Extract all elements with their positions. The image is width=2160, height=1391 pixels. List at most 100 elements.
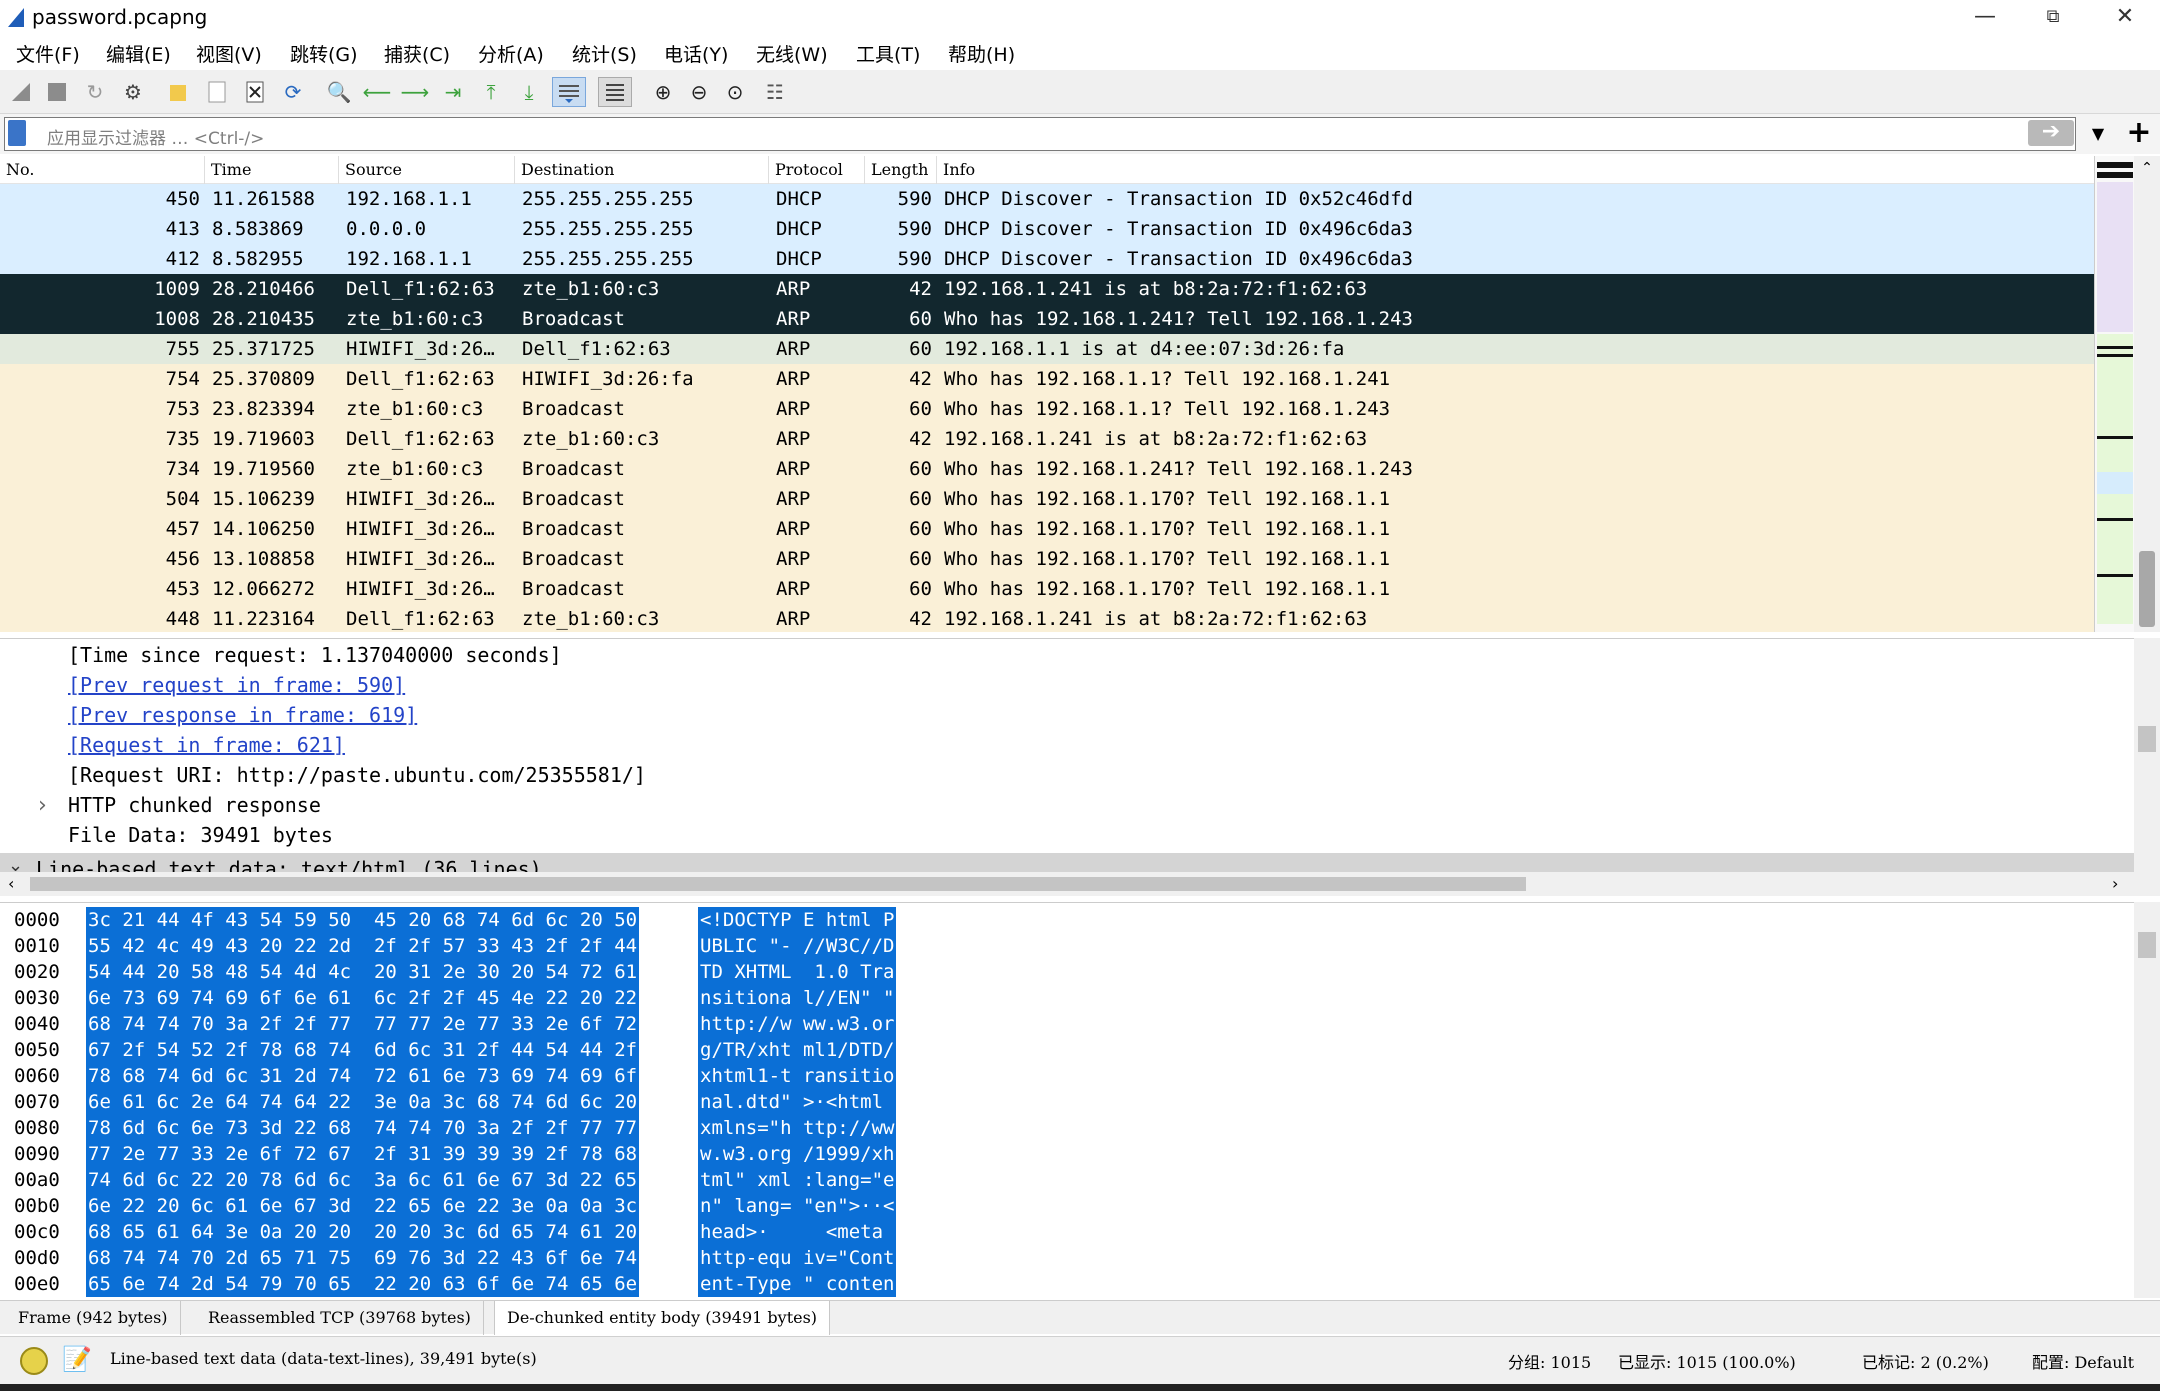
detail-selected-row[interactable]: ⌄ Line-based text data: text/html (36 li… [0, 853, 2134, 874]
edit-comment-icon[interactable]: 📝 [62, 1345, 92, 1375]
packet-cell-src: HIWIFI_3d:26… [346, 488, 495, 510]
menu-statistics[interactable]: 统计(S) [572, 40, 637, 67]
packet-cell-dst: 255.255.255.255 [522, 218, 694, 240]
packet-row[interactable]: 504 15.106239 HIWIFI_3d:26… Broadcast ARP 60 W… [0, 484, 2094, 514]
byte-hex: 68 74 74 70 2d 65 71 75 69 76 3d 22 43 6… [86, 1245, 640, 1271]
tab-dechunked[interactable]: De-chunked entity body (39491 bytes) [494, 1301, 831, 1335]
packet-row[interactable]: 753 23.823394 zte_b1:60:c3 Broadcast ARP 60 Wh… [0, 394, 2094, 424]
packet-cell-proto: ARP [776, 398, 811, 420]
bytes-scrollbar[interactable] [2134, 902, 2160, 1298]
packet-row[interactable]: 1009 28.210466 Dell_f1:62:63 zte_b1:60:c3 AR… [0, 274, 2094, 304]
minimize-button[interactable]: — [1952, 0, 2018, 36]
packet-minimap[interactable] [2094, 156, 2134, 632]
hscroll-thumb[interactable] [30, 877, 1526, 891]
packet-row[interactable]: 755 25.371725 HIWIFI_3d:26… Dell_f1:62:63 AR… [0, 334, 2094, 364]
restart-icon[interactable]: ↻ [80, 77, 110, 107]
display-filter-input[interactable]: 应用显示过滤器 … <Ctrl-/> [4, 117, 2076, 151]
column-header-no[interactable]: No. [0, 156, 34, 184]
scroll-left-icon[interactable]: ‹ [8, 874, 14, 893]
packet-row[interactable]: 754 25.370809 Dell_f1:62:63 HIWIFI_3d:26:fa… [0, 364, 2094, 394]
menu-view[interactable]: 视图(V) [196, 40, 262, 67]
back-arrow-icon[interactable]: ⟵ [362, 77, 392, 107]
packet-row[interactable]: 457 14.106250 HIWIFI_3d:26… Broadcast ARP 60 W… [0, 514, 2094, 544]
packet-cell-time: 19.719560 [212, 458, 315, 480]
packet-cell-src: zte_b1:60:c3 [346, 308, 484, 330]
zoom-in-icon[interactable]: ⊕ [648, 77, 678, 107]
tab-reassembled-tcp[interactable]: Reassembled TCP (39768 bytes) [196, 1301, 484, 1335]
packet-row[interactable]: 448 11.223164 Dell_f1:62:63 zte_b1:60:c3 ARP… [0, 604, 2094, 632]
column-header-time[interactable]: Time [204, 156, 251, 184]
byte-ascii: TD XHTML 1.0 Tra [698, 959, 897, 985]
zoom-normal-icon[interactable]: ⊙ [720, 77, 750, 107]
autoscroll-icon[interactable] [552, 77, 586, 107]
close-file-icon[interactable] [240, 77, 270, 107]
byte-ascii: <!DOCTYP E html P [698, 907, 897, 933]
colorize-icon[interactable] [598, 77, 632, 107]
zoom-out-icon[interactable]: ⊖ [684, 77, 714, 107]
packet-row[interactable]: 734 19.719560 zte_b1:60:c3 Broadcast ARP 60 Wh… [0, 454, 2094, 484]
detail-chunked[interactable]: HTTP chunked response [68, 793, 321, 817]
capture-status-icon[interactable] [20, 1347, 48, 1375]
packet-row[interactable]: 1008 28.210435 zte_b1:60:c3 Broadcast ARP 60 W… [0, 304, 2094, 334]
shark-start-icon[interactable] [6, 77, 36, 107]
packet-cell-dst: Broadcast [522, 308, 625, 330]
packet-list-scrollbar[interactable]: ⌃ [2134, 156, 2160, 632]
packet-cell-time: 23.823394 [212, 398, 315, 420]
close-button[interactable]: ✕ [2092, 0, 2158, 36]
scroll-right-icon[interactable]: › [2112, 874, 2118, 893]
menu-telephony[interactable]: 电话(Y) [664, 40, 728, 67]
packet-cell-proto: ARP [776, 488, 811, 510]
scroll-thumb[interactable] [2139, 551, 2155, 627]
column-header-info[interactable]: Info [936, 156, 975, 184]
add-filter-plus-icon[interactable]: + [2124, 118, 2154, 150]
packet-cell-time: 19.719603 [212, 428, 315, 450]
last-packet-icon[interactable]: ⤓ [514, 77, 544, 107]
byte-hex: 78 68 74 6d 6c 31 2d 74 72 61 6e 73 69 7… [86, 1063, 640, 1089]
status-profile[interactable]: 配置: Default [2032, 1349, 2134, 1373]
detail-prev-request-link[interactable]: [Prev request in frame: 590] [68, 673, 405, 697]
save-file-icon[interactable] [202, 77, 232, 107]
resize-columns-icon[interactable]: ☷ [760, 77, 790, 107]
details-horizontal-scrollbar[interactable]: ‹ › [0, 872, 2160, 896]
packet-row[interactable]: 413 8.583869 0.0.0.0 255.255.255.255 DHCP 590… [0, 214, 2094, 244]
bookmark-icon[interactable] [8, 120, 26, 146]
menu-help[interactable]: 帮助(H) [948, 40, 1015, 67]
menu-go[interactable]: 跳转(G) [290, 40, 358, 67]
packet-cell-len: 42 [909, 278, 932, 300]
details-scrollbar[interactable] [2134, 638, 2160, 872]
column-header-length[interactable]: Length [864, 156, 928, 184]
status-bar: 📝 Line-based text data (data-text-lines)… [0, 1336, 2160, 1384]
packet-row[interactable]: 412 8.582955 192.168.1.1 255.255.255.255 DHC… [0, 244, 2094, 274]
menu-capture[interactable]: 捕获(C) [384, 40, 450, 67]
byte-off: 0080 [14, 1117, 60, 1139]
detail-request-frame-link[interactable]: [Request in frame: 621] [68, 733, 345, 757]
open-folder-icon[interactable] [164, 77, 194, 107]
chevron-right-icon[interactable]: › [38, 793, 47, 818]
reload-icon[interactable]: ⟳ [278, 77, 308, 107]
menu-edit[interactable]: 编辑(E) [106, 40, 171, 67]
stop-icon[interactable] [42, 77, 72, 107]
options-gear-icon[interactable]: ⚙ [118, 77, 148, 107]
packet-row[interactable]: 450 11.261588 192.168.1.1 255.255.255.255 DH… [0, 184, 2094, 214]
menu-file[interactable]: 文件(F) [16, 40, 80, 67]
packet-row[interactable]: 735 19.719603 Dell_f1:62:63 zte_b1:60:c3 ARP… [0, 424, 2094, 454]
find-icon[interactable]: 🔍 [324, 77, 354, 107]
packet-row[interactable]: 456 13.108858 HIWIFI_3d:26… Broadcast ARP 60 W… [0, 544, 2094, 574]
packet-cell-info: DHCP Discover - Transaction ID 0x52c46df… [944, 188, 1413, 210]
tab-frame[interactable]: Frame (942 bytes) [6, 1301, 181, 1335]
packet-row[interactable]: 453 12.066272 HIWIFI_3d:26… Broadcast ARP 60 W… [0, 574, 2094, 604]
apply-filter-arrow-icon[interactable]: ➔ [2028, 120, 2074, 146]
chevron-down-icon[interactable]: ▼ [2084, 118, 2112, 150]
menu-wireless[interactable]: 无线(W) [756, 40, 828, 67]
forward-arrow-icon[interactable]: ⟶ [400, 77, 430, 107]
first-packet-icon[interactable]: ⤒ [476, 77, 506, 107]
packet-cell-time: 25.371725 [212, 338, 315, 360]
goto-packet-icon[interactable]: ⇥ [438, 77, 468, 107]
menu-analyze[interactable]: 分析(A) [478, 40, 544, 67]
column-header-protocol[interactable]: Protocol [768, 156, 843, 184]
column-header-destination[interactable]: Destination [514, 156, 614, 184]
column-header-source[interactable]: Source [338, 156, 402, 184]
detail-prev-response-link[interactable]: [Prev response in frame: 619] [68, 703, 417, 727]
menu-tools[interactable]: 工具(T) [856, 40, 920, 67]
restore-button[interactable]: ⧉ [2020, 0, 2086, 36]
